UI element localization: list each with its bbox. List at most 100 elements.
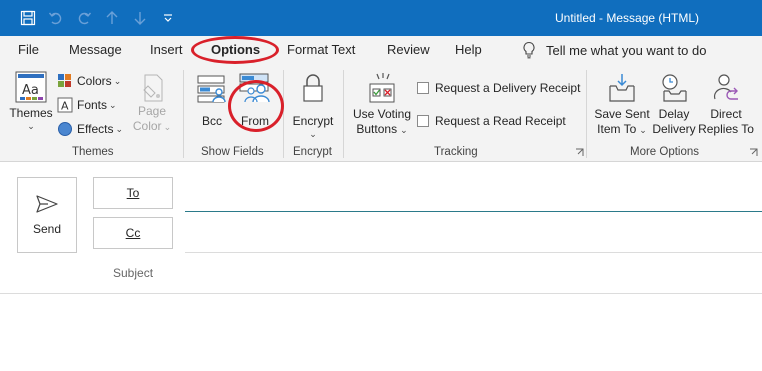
up-arrow-icon[interactable] bbox=[98, 0, 126, 36]
ribbon: Aa Themes ⌄ Colors ⌄ A Fonts ⌄ Effects ⌄… bbox=[0, 64, 762, 162]
group-separator bbox=[586, 70, 587, 158]
page-color-label-1: Page bbox=[137, 104, 167, 118]
down-arrow-icon[interactable] bbox=[126, 0, 154, 36]
fonts-label: Fonts bbox=[77, 98, 108, 112]
voting-label-2: Buttons bbox=[356, 122, 398, 136]
themes-group-label: Themes bbox=[72, 146, 114, 158]
more-options-group-label: More Options bbox=[630, 146, 700, 158]
cc-label: Cc bbox=[125, 226, 141, 240]
chevron-down-icon: ⌄ bbox=[115, 124, 124, 134]
tab-format-text[interactable]: Format Text bbox=[287, 42, 355, 57]
cc-button[interactable]: Cc bbox=[93, 217, 173, 249]
page-color-button[interactable]: Page Color ⌄ bbox=[130, 72, 174, 134]
window-title: Untitled - Message (HTML) bbox=[555, 11, 700, 25]
page-color-label-2: Color bbox=[132, 119, 162, 133]
delay-label-1: Delay bbox=[658, 107, 690, 121]
themes-icon: Aa bbox=[15, 71, 47, 103]
save-sent-item-button[interactable]: Save Sent Item To ⌄ bbox=[593, 72, 651, 137]
save-icon[interactable] bbox=[14, 0, 42, 36]
send-label: Send bbox=[32, 222, 62, 236]
colors-icon bbox=[58, 74, 71, 87]
checkbox[interactable] bbox=[417, 82, 429, 94]
encrypt-group-label: Encrypt bbox=[293, 146, 332, 158]
themes-label: Themes bbox=[9, 106, 53, 120]
group-separator bbox=[343, 70, 344, 158]
quick-access-toolbar bbox=[14, 0, 182, 36]
page-color-icon bbox=[143, 74, 163, 102]
lock-icon bbox=[303, 74, 323, 102]
save-sent-label-2: Item To bbox=[597, 122, 637, 136]
from-label: From bbox=[241, 114, 269, 128]
themes-button[interactable]: Aa Themes ⌄ bbox=[8, 70, 54, 131]
to-button[interactable]: To bbox=[93, 177, 173, 209]
fonts-button[interactable]: A Fonts ⌄ bbox=[57, 95, 117, 115]
dialog-launcher-icon[interactable] bbox=[575, 148, 584, 157]
send-button[interactable]: Send bbox=[17, 177, 77, 253]
bcc-label: Bcc bbox=[201, 114, 222, 128]
delivery-receipt-checkbox[interactable]: Request a Delivery Receipt bbox=[417, 81, 580, 95]
use-voting-buttons-button[interactable]: Use Voting Buttons ⌄ bbox=[352, 72, 412, 137]
direct-replies-icon bbox=[713, 74, 738, 100]
send-icon bbox=[36, 195, 58, 213]
effects-icon bbox=[58, 122, 72, 136]
svg-text:Aa: Aa bbox=[22, 83, 39, 98]
show-fields-group-label: Show Fields bbox=[201, 146, 264, 158]
effects-label: Effects bbox=[77, 122, 114, 136]
from-button[interactable]: From bbox=[236, 72, 274, 129]
ribbon-tabs: File Message Insert Options Format Text … bbox=[0, 36, 762, 64]
read-receipt-checkbox[interactable]: Request a Read Receipt bbox=[417, 114, 566, 128]
svg-text:A: A bbox=[61, 100, 69, 113]
title-bar: Untitled - Message (HTML) bbox=[0, 0, 762, 36]
subject-field[interactable] bbox=[0, 293, 762, 294]
bcc-button[interactable]: Bcc bbox=[194, 72, 230, 129]
tab-file[interactable]: File bbox=[18, 42, 39, 57]
tab-help[interactable]: Help bbox=[455, 42, 482, 57]
chevron-down-icon: ⌄ bbox=[400, 124, 408, 135]
delay-delivery-button[interactable]: Delay Delivery bbox=[652, 72, 696, 137]
delay-label-2: Delivery bbox=[652, 122, 696, 136]
bcc-icon bbox=[197, 75, 226, 103]
tab-review[interactable]: Review bbox=[387, 42, 430, 57]
tracking-group-label: Tracking bbox=[434, 146, 478, 158]
delay-delivery-icon bbox=[662, 74, 687, 102]
colors-button[interactable]: Colors ⌄ bbox=[57, 71, 121, 91]
cc-field[interactable] bbox=[185, 252, 762, 253]
tell-me-box[interactable]: Tell me what you want to do bbox=[522, 41, 706, 59]
delivery-receipt-label: Request a Delivery Receipt bbox=[435, 81, 581, 95]
redo-icon[interactable] bbox=[70, 0, 98, 36]
read-receipt-label: Request a Read Receipt bbox=[435, 114, 566, 128]
to-label: To bbox=[126, 186, 140, 200]
chevron-down-icon: ⌄ bbox=[163, 121, 172, 132]
chevron-down-icon: ⌄ bbox=[27, 121, 35, 131]
tell-me-text: Tell me what you want to do bbox=[546, 42, 707, 58]
effects-button[interactable]: Effects ⌄ bbox=[57, 119, 123, 139]
group-separator bbox=[183, 70, 184, 158]
direct-replies-button[interactable]: Direct Replies To bbox=[698, 72, 754, 137]
group-separator bbox=[283, 70, 284, 158]
chevron-down-icon: ⌄ bbox=[113, 76, 122, 86]
from-icon bbox=[239, 73, 270, 103]
tab-message[interactable]: Message bbox=[69, 42, 122, 57]
chevron-down-icon: ⌄ bbox=[109, 100, 117, 110]
chevron-down-icon: ⌄ bbox=[309, 129, 317, 139]
direct-label-1: Direct bbox=[710, 107, 742, 121]
encrypt-button[interactable]: Encrypt ⌄ bbox=[290, 72, 336, 139]
encrypt-label: Encrypt bbox=[292, 114, 334, 128]
tab-options[interactable]: Options bbox=[211, 42, 260, 57]
save-sent-icon bbox=[609, 74, 635, 102]
save-sent-label-1: Save Sent bbox=[594, 107, 650, 121]
direct-label-2: Replies To bbox=[698, 122, 754, 136]
voting-label-1: Use Voting bbox=[352, 107, 412, 121]
lightbulb-icon bbox=[523, 41, 535, 59]
subject-label: Subject bbox=[113, 266, 154, 280]
customize-icon[interactable] bbox=[154, 0, 182, 36]
undo-icon[interactable] bbox=[42, 0, 70, 36]
checkbox[interactable] bbox=[417, 115, 429, 127]
voting-icon bbox=[369, 73, 395, 103]
to-field[interactable] bbox=[185, 211, 762, 212]
colors-label: Colors bbox=[77, 74, 112, 88]
chevron-down-icon: ⌄ bbox=[639, 124, 647, 135]
fonts-icon: A bbox=[57, 97, 73, 113]
dialog-launcher-icon[interactable] bbox=[749, 148, 758, 157]
tab-insert[interactable]: Insert bbox=[150, 42, 183, 57]
